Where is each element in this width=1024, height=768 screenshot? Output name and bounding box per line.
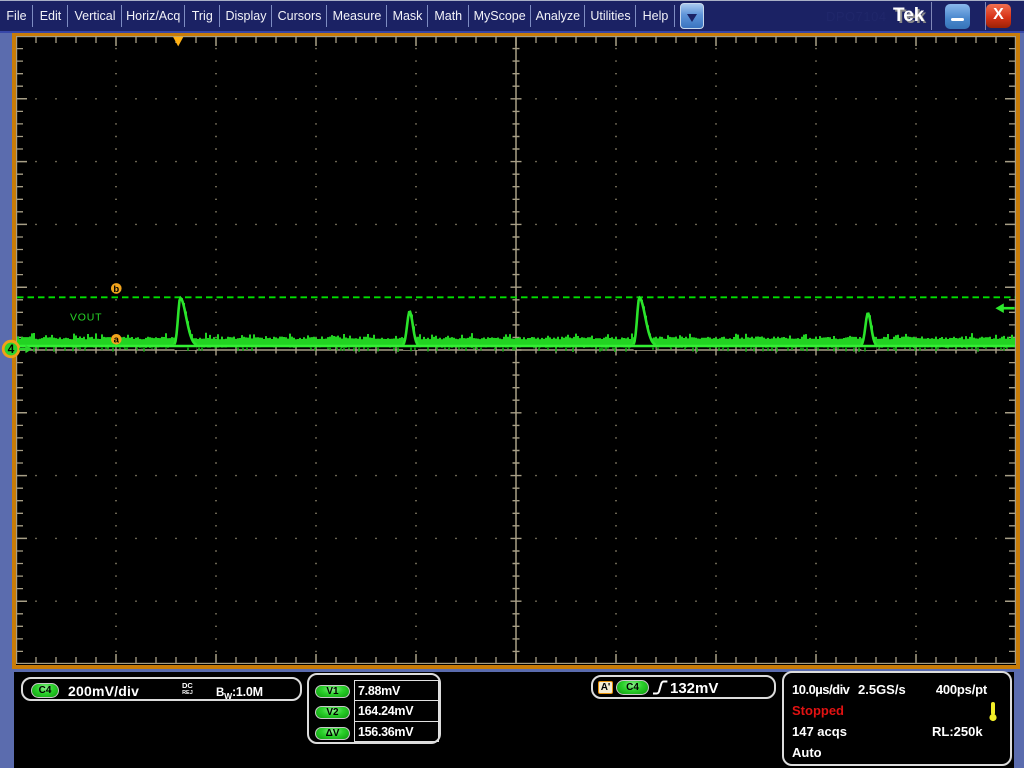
svg-text:4: 4: [8, 342, 15, 356]
svg-text:a: a: [114, 335, 120, 346]
svg-text:VOUT: VOUT: [70, 312, 102, 324]
svg-text:b: b: [113, 284, 119, 295]
